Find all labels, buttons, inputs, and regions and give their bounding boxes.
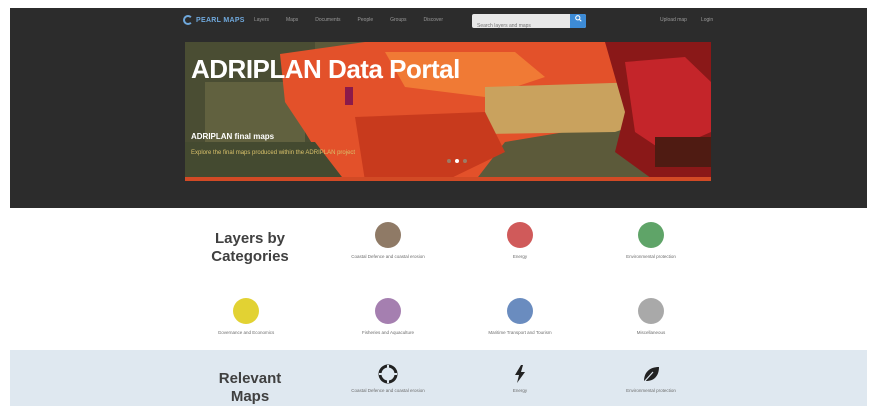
hero-subtitle: ADRIPLAN final maps <box>191 132 275 141</box>
leaf-icon <box>643 367 659 383</box>
category-maritime-transport[interactable]: Maritime Transport and Tourism <box>450 298 590 338</box>
category-label: Fisheries and Aquaculture <box>361 330 415 335</box>
map-energy[interactable]: Energy <box>450 364 590 398</box>
carousel-indicators <box>447 159 467 163</box>
search-button[interactable] <box>570 14 586 28</box>
nav-item-people[interactable]: People <box>358 17 374 23</box>
page-frame: PEARL MAPS Layers Maps Documents People … <box>10 8 867 406</box>
categories-heading-line1: Layers by <box>214 230 286 247</box>
hero-title: ADRIPLAN Data Portal <box>191 54 460 84</box>
nav-item-documents[interactable]: Documents <box>315 17 340 23</box>
header-band: PEARL MAPS Layers Maps Documents People … <box>10 8 867 208</box>
category-miscellaneous[interactable]: Miscellaneous <box>581 298 721 338</box>
nav-item-layers[interactable]: Layers <box>254 17 269 23</box>
category-label: Coastal Defence and coastal erosion <box>351 254 425 259</box>
categories-heading: Layers by Categories <box>195 230 305 266</box>
carousel-dot-3[interactable] <box>463 159 467 163</box>
category-circle-icon <box>638 298 664 324</box>
nav-item-discover[interactable]: Discover <box>424 17 443 23</box>
search-box <box>472 14 586 33</box>
lightning-icon <box>515 365 525 383</box>
map-coastal-defence[interactable]: Coastal Defence and coastal erosion <box>318 364 458 398</box>
maps-heading: Relevant Maps <box>195 370 305 406</box>
maps-heading-line2: Maps <box>230 388 270 405</box>
category-governance[interactable]: Governance and Economics <box>176 298 316 338</box>
brand-name: PEARL MAPS <box>196 16 245 24</box>
category-label: Energy <box>512 254 528 259</box>
upload-map-link[interactable]: Upload map <box>660 17 687 23</box>
hero-caption: Explore the final maps produced within t… <box>191 150 356 156</box>
nav-item-maps[interactable]: Maps <box>286 17 298 23</box>
map-label: Coastal Defence and coastal erosion <box>351 388 425 393</box>
map-label: Environmental protection <box>626 388 676 393</box>
category-circle-icon <box>233 298 259 324</box>
category-label: Maritime Transport and Tourism <box>488 330 552 335</box>
map-label: Energy <box>512 388 528 393</box>
category-fisheries[interactable]: Fisheries and Aquaculture <box>318 298 458 338</box>
category-coastal-defence[interactable]: Coastal Defence and coastal erosion <box>318 222 458 262</box>
category-circle-icon <box>507 298 533 324</box>
carousel-dot-1[interactable] <box>447 159 451 163</box>
category-label: Environmental protection <box>626 254 676 259</box>
categories-heading-line2: Categories <box>211 248 289 265</box>
category-environmental-protection[interactable]: Environmental protection <box>581 222 721 262</box>
category-label: Governance and Economics <box>217 330 275 335</box>
navbar: PEARL MAPS Layers Maps Documents People … <box>10 8 867 36</box>
category-circle-icon <box>638 222 664 248</box>
carousel-dot-2[interactable] <box>455 159 459 163</box>
hero-carousel[interactable]: ADRIPLAN Data Portal ADRIPLAN final maps… <box>185 42 711 181</box>
map-environmental-protection[interactable]: Environmental protection <box>581 364 721 398</box>
brand-logo[interactable]: PEARL MAPS <box>183 15 245 25</box>
lifebuoy-icon <box>378 364 398 384</box>
relevant-maps-section: Relevant Maps Coastal Defence and coasta… <box>10 350 867 406</box>
nav-item-groups[interactable]: Groups <box>390 17 406 23</box>
search-input[interactable] <box>472 19 570 33</box>
user-links: Upload map Login <box>660 17 713 23</box>
category-energy[interactable]: Energy <box>450 222 590 262</box>
search-icon <box>574 15 582 22</box>
categories-section: Layers by Categories Coastal Defence and… <box>10 208 867 350</box>
category-label: Miscellaneous <box>636 330 666 335</box>
category-circle-icon <box>375 222 401 248</box>
logo-icon <box>183 15 193 25</box>
nav-menu: Layers Maps Documents People Groups Disc… <box>254 17 443 23</box>
maps-heading-line1: Relevant <box>218 370 282 387</box>
category-circle-icon <box>507 222 533 248</box>
login-link[interactable]: Login <box>701 17 713 23</box>
category-circle-icon <box>375 298 401 324</box>
